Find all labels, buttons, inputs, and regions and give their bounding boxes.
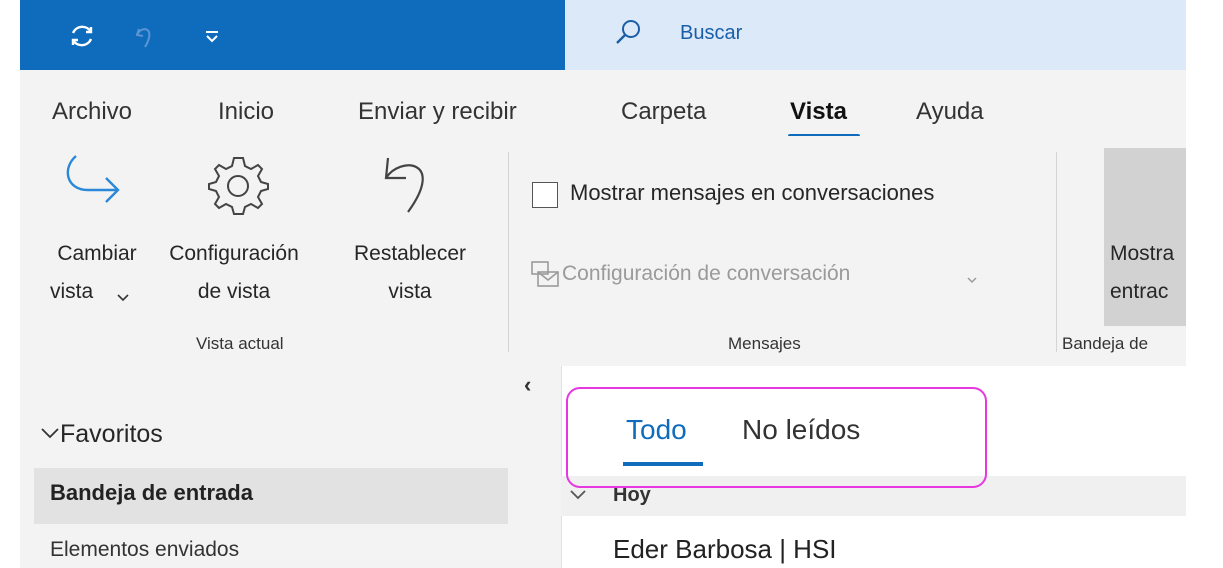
change-view-button[interactable]: Cambiar vista <box>40 152 150 312</box>
gear-icon <box>206 152 270 221</box>
view-settings-label-2: de vista <box>197 280 271 303</box>
show-conversations-checkbox[interactable]: Mostrar mensajes en conversaciones <box>532 174 1032 214</box>
chevron-down-icon <box>966 272 978 290</box>
reset-view-label-2: vista <box>388 280 432 303</box>
change-view-icon <box>60 152 124 221</box>
group-label-mensajes: Mensajes <box>728 334 801 353</box>
nav-item-label: Bandeja de entrada <box>50 480 253 505</box>
change-view-label-2: vista <box>50 280 94 303</box>
chevron-down-icon <box>40 426 60 445</box>
conversation-settings-label: Configuración de conversación <box>562 262 851 285</box>
chevron-down-icon <box>569 488 587 506</box>
message-sender: Eder Barbosa | HSI <box>613 534 837 564</box>
search-icon <box>613 18 643 53</box>
conversation-settings-icon <box>528 258 562 295</box>
favorites-header[interactable]: Favoritos <box>40 418 340 458</box>
reset-view-icon <box>378 152 442 221</box>
search-box[interactable]: Buscar <box>565 0 1186 70</box>
search-placeholder: Buscar <box>680 22 743 44</box>
change-view-label-1: Cambiar <box>57 242 137 265</box>
tab-vista[interactable]: Vista <box>790 98 847 126</box>
tab-ayuda[interactable]: Ayuda <box>916 98 984 126</box>
checkbox-box[interactable] <box>532 182 558 208</box>
show-inbox-label-2: entrac <box>1110 280 1169 303</box>
reset-view-label-1: Restablecer <box>353 242 467 265</box>
show-inbox-button[interactable]: Mostra entrac <box>1104 148 1186 326</box>
tab-enviar-recibir[interactable]: Enviar y recibir <box>358 98 517 126</box>
nav-item-sent[interactable]: Elementos enviados <box>34 528 508 568</box>
nav-item-inbox[interactable]: Bandeja de entrada <box>34 468 508 524</box>
undo-icon[interactable] <box>130 20 162 52</box>
group-label-vista-actual: Vista actual <box>196 334 284 353</box>
customize-qat-icon[interactable] <box>196 20 228 52</box>
tab-carpeta[interactable]: Carpeta <box>621 98 706 126</box>
view-settings-label-1: Configuración <box>169 242 299 265</box>
reset-view-button[interactable]: Restablecer vista <box>340 152 480 312</box>
nav-item-label: Elementos enviados <box>50 538 240 561</box>
group-label-bandeja: Bandeja de <box>1062 334 1149 353</box>
ribbon-separator <box>508 152 509 352</box>
quick-access-toolbar <box>20 0 565 70</box>
highlight-annotation <box>566 387 987 488</box>
show-inbox-label-1: Mostra <box>1110 242 1175 265</box>
chevron-down-icon <box>116 290 130 308</box>
tab-archivo[interactable]: Archivo <box>52 98 132 126</box>
message-item[interactable]: Eder Barbosa | HSI <box>561 516 1186 568</box>
show-conversations-label: Mostrar mensajes en conversaciones <box>570 180 935 205</box>
sync-icon[interactable] <box>66 20 98 52</box>
ribbon-separator <box>1056 152 1057 352</box>
tab-inicio[interactable]: Inicio <box>218 98 274 126</box>
collapse-pane-icon[interactable]: ‹ <box>524 372 531 398</box>
ribbon: Cambiar vista Configuración de vista Res… <box>20 136 1186 367</box>
favorites-label: Favoritos <box>60 420 163 448</box>
view-settings-button[interactable]: Configuración de vista <box>158 152 308 312</box>
ribbon-tabs: Archivo Inicio Enviar y recibir Carpeta … <box>20 70 1186 136</box>
conversation-settings-button[interactable]: Configuración de conversación <box>528 254 988 294</box>
